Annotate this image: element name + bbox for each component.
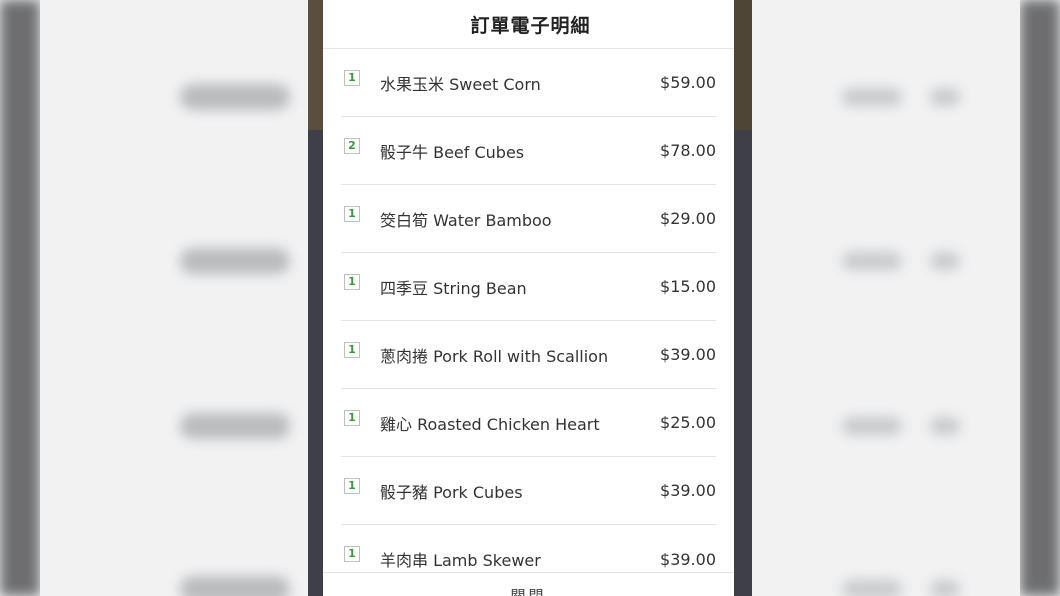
item-quantity-badge: 1	[344, 341, 360, 358]
item-price: $39.00	[660, 345, 716, 364]
item-quantity-badge: 1	[344, 205, 360, 222]
item-quantity-badge: 1	[344, 69, 360, 86]
item-price: $25.00	[660, 413, 716, 432]
item-price: $39.00	[660, 549, 716, 569]
order-item-row: 1 蔥肉捲 Pork Roll with Scallion $39.00	[341, 321, 716, 389]
blurred-edge-left	[0, 0, 40, 596]
blurred-blob	[180, 413, 290, 439]
blurred-blob	[180, 576, 290, 596]
item-quantity-badge: 1	[344, 477, 360, 494]
item-name: 骰子牛 Beef Cubes	[380, 142, 525, 162]
blurred-blob	[930, 88, 960, 106]
blurred-blob	[842, 580, 902, 596]
item-name: 筊白筍 Water Bamboo	[380, 210, 552, 230]
blurred-blob	[180, 248, 290, 274]
item-name: 雞心 Roasted Chicken Heart	[380, 414, 600, 434]
item-name: 羊肉串 Lamb Skewer	[380, 551, 541, 570]
item-quantity-badge: 1	[344, 409, 360, 426]
blurred-blob	[930, 252, 960, 270]
order-item-list: 1 水果玉米 Sweet Corn $59.00 2 骰子牛 Beef Cube…	[341, 49, 716, 593]
item-price: $59.00	[660, 73, 716, 92]
item-quantity-badge: 2	[344, 137, 360, 154]
close-button-label: 關閉	[510, 587, 547, 596]
close-button[interactable]: 關閉	[323, 572, 734, 596]
modal-header: 訂單電子明細	[323, 0, 734, 49]
item-quantity-badge: 1	[344, 273, 360, 290]
background-photo-right	[734, 0, 752, 130]
item-name: 水果玉米 Sweet Corn	[380, 74, 541, 94]
blurred-blob	[930, 580, 960, 596]
order-item-row: 2 骰子牛 Beef Cubes $78.00	[341, 117, 716, 185]
blurred-blob	[180, 84, 290, 110]
blurred-pane-right	[752, 0, 1020, 596]
item-quantity-badge: 1	[344, 546, 360, 562]
order-detail-modal: 訂單電子明細 1 水果玉米 Sweet Corn $59.00 2 骰子牛 Be…	[323, 0, 734, 596]
blurred-blob	[842, 252, 902, 270]
order-item-row: 1 四季豆 String Bean $15.00	[341, 253, 716, 321]
order-item-row: 1 骰子豬 Pork Cubes $39.00	[341, 457, 716, 525]
background-photo-left	[308, 0, 323, 130]
order-item-row: 1 水果玉米 Sweet Corn $59.00	[341, 49, 716, 117]
blurred-blob	[842, 88, 902, 106]
item-price: $29.00	[660, 209, 716, 228]
order-item-row: 1 雞心 Roasted Chicken Heart $25.00	[341, 389, 716, 457]
modal-title: 訂單電子明細	[470, 14, 591, 37]
item-price: $15.00	[660, 277, 716, 296]
blurred-edge-right	[1020, 0, 1060, 596]
item-name: 蔥肉捲 Pork Roll with Scallion	[380, 346, 609, 366]
item-name: 四季豆 String Bean	[380, 278, 527, 298]
item-price: $39.00	[660, 481, 716, 500]
order-item-row: 1 筊白筍 Water Bamboo $29.00	[341, 185, 716, 253]
blurred-blob	[842, 417, 902, 435]
item-name: 骰子豬 Pork Cubes	[380, 482, 523, 502]
item-price: $78.00	[660, 141, 716, 160]
blurred-pane-left	[40, 0, 308, 596]
blurred-blob	[930, 417, 960, 435]
